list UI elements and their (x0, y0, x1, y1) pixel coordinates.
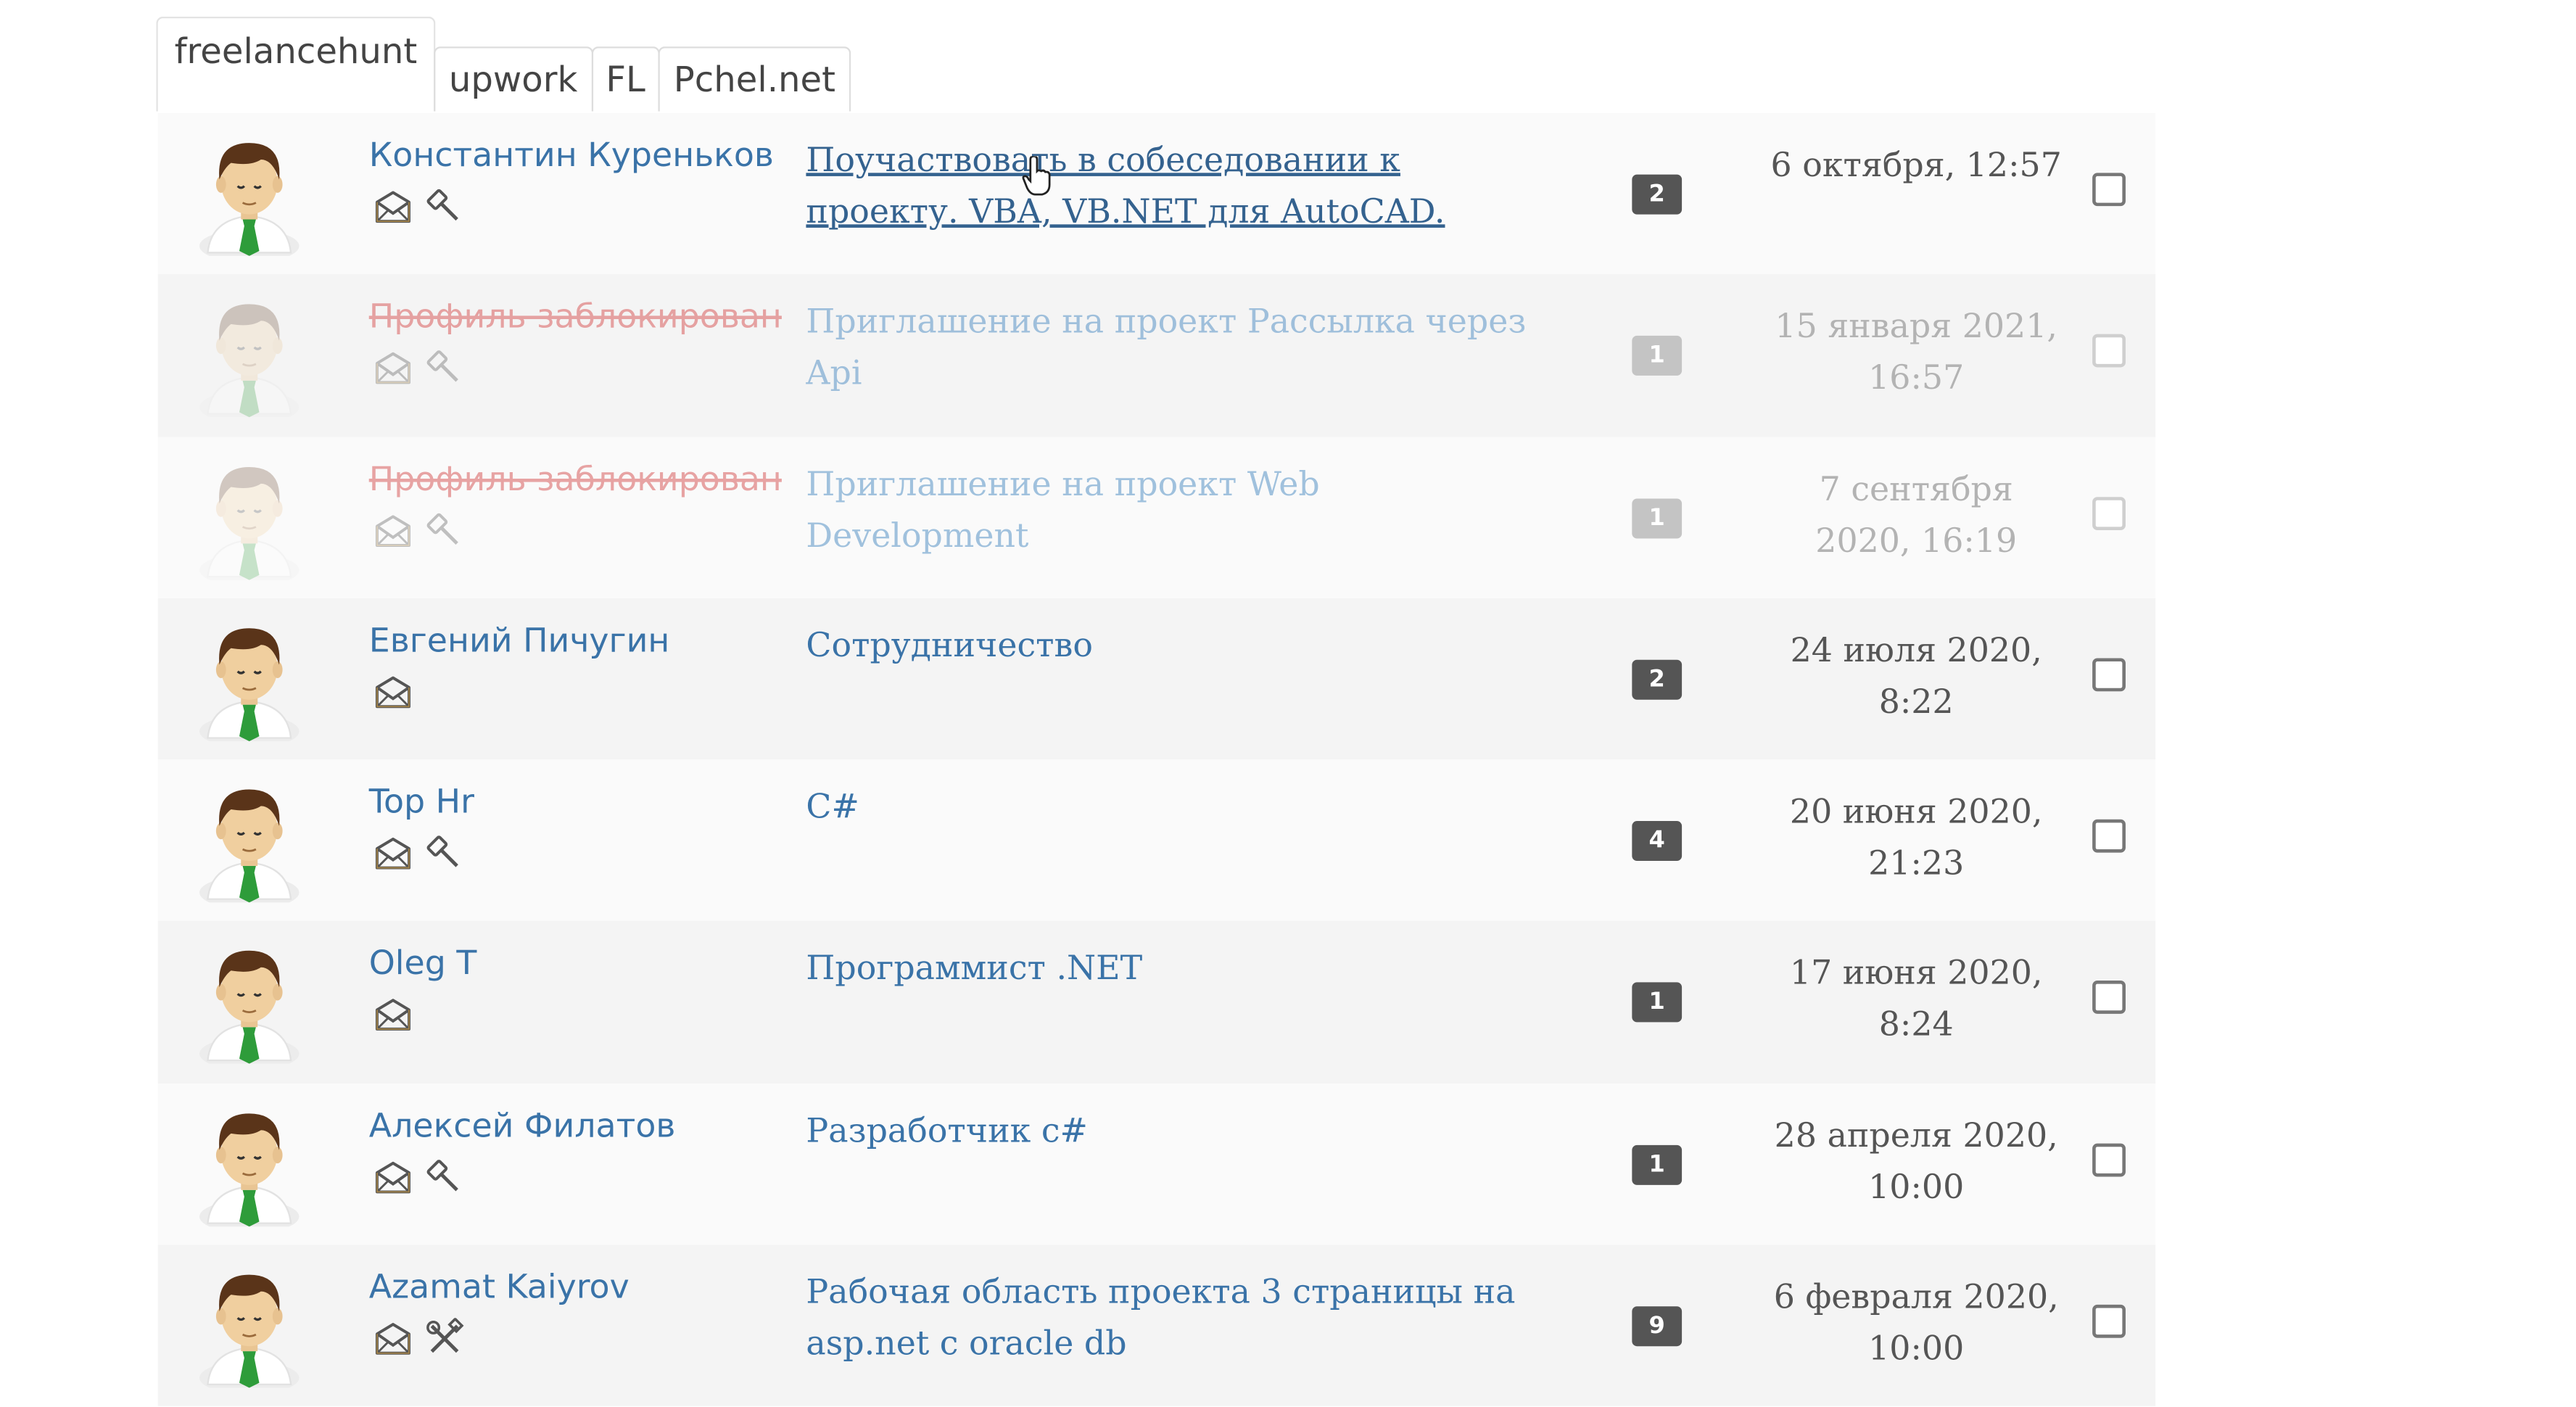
table-row[interactable]: Azamat Kaiyrov Рабочая область проекта 3… (157, 1245, 2156, 1407)
message-count-badge: 2 (1632, 174, 1683, 215)
contact-icons (372, 348, 465, 396)
message-date: 20 июня 2020, 21:23 (1789, 791, 2043, 883)
row-checkbox[interactable] (2092, 334, 2126, 368)
avatar-icon (199, 1274, 300, 1388)
sender-name-link[interactable]: Профиль заблокирован (369, 458, 782, 498)
message-count-badge: 2 (1632, 659, 1683, 700)
sender-name-link[interactable]: Top Hr (369, 781, 474, 821)
tab-upwork[interactable]: upwork (434, 46, 593, 112)
envelope-icon (372, 510, 413, 558)
envelope-icon (372, 1318, 413, 1366)
subject-link[interactable]: Приглашение на проект Рассылка через Api (806, 297, 1537, 400)
messages-table: Константин Куреньков Поучаствовать в соб… (157, 112, 2156, 1407)
sender-name-link[interactable]: Профиль заблокирован (369, 297, 782, 337)
subject-link[interactable]: Приглашение на проект Web Development (806, 458, 1537, 561)
avatar-icon (199, 305, 300, 418)
contact-icons (372, 1156, 465, 1204)
subject-link[interactable]: Рабочая область проекта 3 страницы на as… (806, 1266, 1537, 1369)
row-checkbox[interactable] (2092, 981, 2126, 1015)
table-row[interactable]: Top Hr C# 4 20 июня 2020, 21:23 (157, 759, 2156, 922)
avatar-icon (199, 1113, 300, 1226)
contact-icons (372, 510, 465, 558)
avatar-icon (199, 466, 300, 579)
contact-icons (372, 672, 413, 719)
envelope-icon (372, 994, 413, 1042)
tab-fl[interactable]: FL (590, 46, 661, 112)
envelope-icon (372, 348, 413, 396)
contact-icons (372, 994, 413, 1042)
table-row[interactable]: Алексей Филатов Разработчик c# 1 28 апре… (157, 1083, 2156, 1245)
contact-icons (372, 186, 465, 234)
message-count-badge: 1 (1632, 336, 1683, 376)
envelope-icon (372, 672, 413, 719)
subject-link[interactable]: Сотрудничество (806, 620, 1537, 672)
page: freelancehunt upwork FL Pchel.net Конста… (0, 0, 2576, 1407)
row-checkbox[interactable] (2092, 820, 2126, 854)
table-row[interactable]: Профиль заблокирован Приглашение на прое… (157, 436, 2156, 598)
avatar-icon (199, 789, 300, 903)
subject-link[interactable]: Разработчик c# (806, 1105, 1537, 1156)
tab-freelancehunt[interactable]: freelancehunt (156, 16, 436, 112)
gavel-icon (424, 833, 465, 881)
hand-cursor-icon (1022, 156, 1051, 196)
message-count-badge: 1 (1632, 983, 1683, 1023)
tab-bar: freelancehunt upwork FL Pchel.net (156, 16, 851, 112)
message-count-badge: 9 (1632, 1306, 1683, 1347)
message-date: 17 июня 2020, 8:24 (1789, 953, 2043, 1045)
gavel-icon (424, 1156, 465, 1204)
tab-pchel-net[interactable]: Pchel.net (659, 46, 851, 112)
message-date: 28 апреля 2020, 10:00 (1774, 1115, 2058, 1207)
table-row[interactable]: Евгений Пичугин Сотрудничество 2 24 июля… (157, 598, 2156, 760)
message-date: 6 февраля 2020, 10:00 (1773, 1276, 2059, 1369)
gavel-icon (424, 348, 465, 396)
subject-link[interactable]: Поучаствовать в собеседовании к проекту.… (806, 135, 1537, 238)
message-count-badge: 4 (1632, 821, 1683, 862)
avatar-icon (199, 951, 300, 1065)
envelope-icon (372, 186, 413, 234)
message-date: 15 января 2021, 16:57 (1775, 306, 2057, 398)
avatar-icon (199, 143, 300, 256)
message-count-badge: 1 (1632, 498, 1683, 538)
message-count-badge: 1 (1632, 1144, 1683, 1185)
tools-icon (424, 1317, 465, 1366)
subject-link[interactable]: C# (806, 781, 1537, 833)
envelope-icon (372, 833, 413, 881)
row-checkbox[interactable] (2092, 1305, 2126, 1338)
avatar-icon (199, 627, 300, 741)
sender-name-link[interactable]: Алексей Филатов (369, 1105, 676, 1144)
table-row[interactable]: Oleg T Программист .NET 1 17 июня 2020, … (157, 921, 2156, 1084)
message-date: 7 сентября 2020, 16:19 (1815, 468, 2018, 560)
message-date: 24 июля 2020, 8:22 (1790, 630, 2042, 722)
row-checkbox[interactable] (2092, 658, 2126, 692)
sender-name-link[interactable]: Oleg T (369, 943, 477, 983)
message-date: 6 октября, 12:57 (1770, 144, 2062, 185)
sender-name-link[interactable]: Константин Куреньков (369, 135, 774, 175)
contact-icons (372, 833, 465, 881)
gavel-icon (424, 510, 465, 558)
contact-icons (372, 1317, 465, 1366)
row-checkbox[interactable] (2092, 1143, 2126, 1176)
table-row[interactable]: Константин Куреньков Поучаствовать в соб… (157, 112, 2156, 275)
sender-name-link[interactable]: Евгений Пичугин (369, 620, 670, 660)
table-row[interactable]: Профиль заблокирован Приглашение на прое… (157, 274, 2156, 437)
sender-name-link[interactable]: Azamat Kaiyrov (369, 1266, 629, 1306)
subject-link[interactable]: Программист .NET (806, 943, 1537, 994)
row-checkbox[interactable] (2092, 496, 2126, 530)
gavel-icon (424, 186, 465, 234)
envelope-icon (372, 1156, 413, 1204)
row-checkbox[interactable] (2092, 173, 2126, 207)
